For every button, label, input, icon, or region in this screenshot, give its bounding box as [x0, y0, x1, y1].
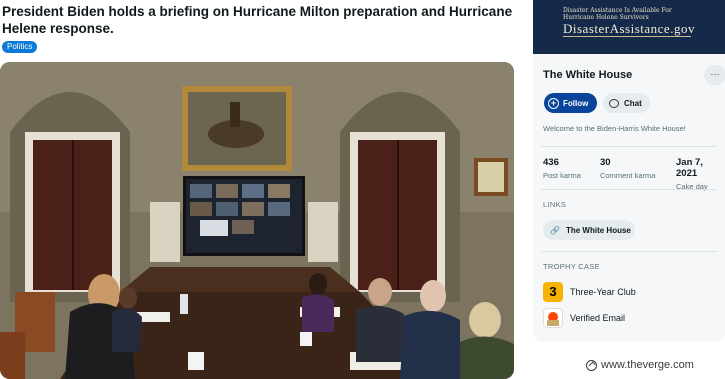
stat-label: Comment karma	[600, 171, 656, 180]
community-sidebar: Disaster Assistance Is Available For Hur…	[533, 0, 725, 342]
chat-label: Chat	[624, 98, 642, 108]
chat-button[interactable]: Chat	[603, 93, 650, 113]
trophy-three-year-club[interactable]: 3 Three-Year Club	[543, 282, 636, 302]
banner-tagline-line2: Hurricane Helene Survivors	[563, 14, 649, 21]
stat-cake-day: Jan 7, 2021 Cake day	[676, 157, 725, 191]
community-title[interactable]: The White House	[543, 69, 632, 81]
post-title[interactable]: President Biden holds a briefing on Hurr…	[2, 3, 522, 37]
credit-text: www.theverge.com	[601, 359, 694, 371]
trophy-label: Verified Email	[570, 313, 626, 323]
stat-post-karma: 436 Post karma	[543, 157, 581, 180]
chat-bubble-icon	[609, 98, 619, 108]
briefing-room-photo	[0, 62, 514, 379]
link-label: The White House	[565, 225, 631, 235]
banner-divider	[563, 36, 691, 37]
post-image[interactable]	[0, 62, 514, 379]
community-description: Welcome to the Biden-Harris White House!	[543, 124, 686, 133]
trophy-verified-email[interactable]: Verified Email	[543, 308, 625, 328]
post-flair[interactable]: Politics	[2, 41, 38, 53]
stat-label: Post karma	[543, 171, 581, 180]
stat-value: 30	[600, 157, 611, 168]
links-header: LINKS	[543, 200, 567, 209]
banner-tagline-line1: Disaster Assistance Is Available For	[563, 7, 672, 14]
plus-icon: +	[548, 97, 559, 109]
three-year-club-icon: 3	[543, 282, 563, 302]
stat-value: Jan 7, 2021	[676, 157, 703, 179]
trophy-case-header: TROPHY CASE	[543, 262, 600, 271]
sidebar-banner[interactable]: Disaster Assistance Is Available For Hur…	[533, 0, 725, 54]
link-icon: 🔗	[550, 225, 560, 235]
verge-logo-icon	[586, 359, 597, 371]
banner-site-name: DisasterAssistance.gov	[563, 21, 695, 36]
verified-email-icon	[543, 308, 563, 328]
follow-button[interactable]: + Follow	[544, 93, 597, 113]
link-the-white-house[interactable]: 🔗 The White House	[543, 220, 635, 240]
stat-comment-karma: 30 Comment karma	[600, 157, 655, 180]
trophy-label: Three-Year Club	[570, 287, 636, 297]
stat-value: 436	[543, 157, 559, 168]
follow-label: Follow	[563, 98, 589, 108]
banner-tagline: Disaster Assistance Is Available For Hur…	[563, 7, 672, 21]
divider	[541, 251, 717, 252]
more-options-button[interactable]: ···	[704, 65, 725, 85]
divider	[541, 189, 717, 190]
divider	[541, 146, 717, 147]
source-credit: www.theverge.com	[586, 359, 694, 371]
